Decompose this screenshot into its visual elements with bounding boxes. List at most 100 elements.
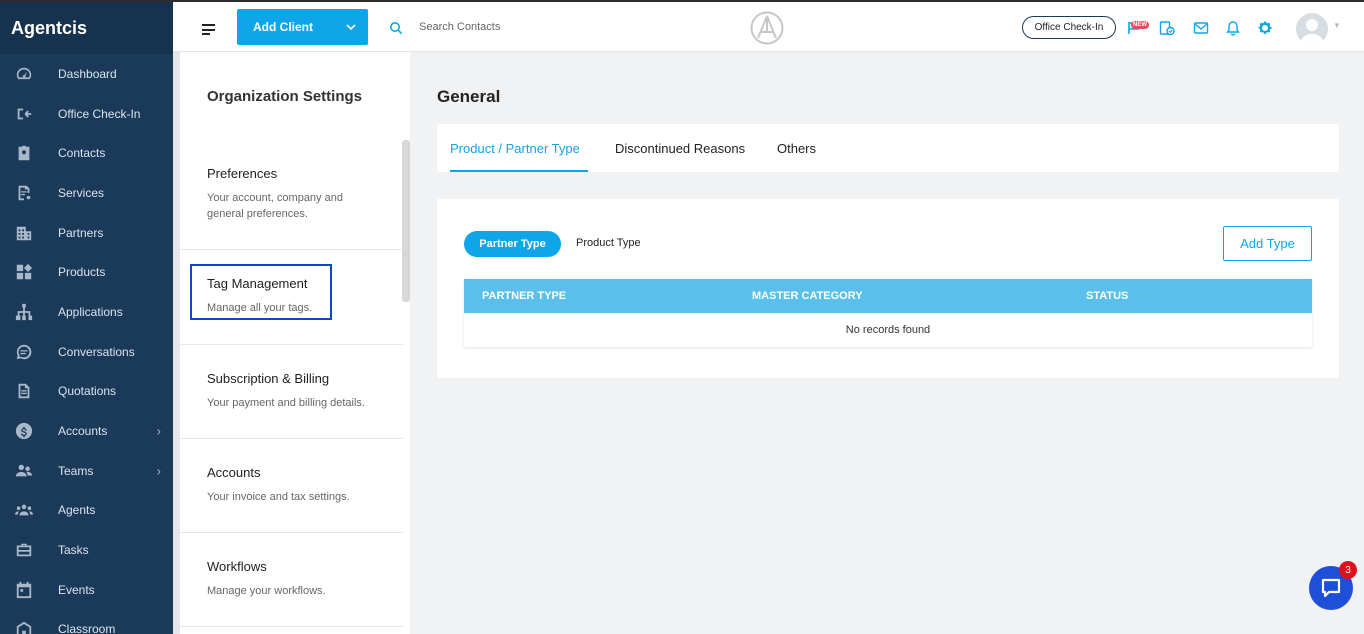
dollar-icon — [14, 421, 34, 441]
sidebar-item-label: Accounts — [58, 424, 108, 439]
chevron-right-icon: › — [156, 463, 161, 479]
settings-item-preferences[interactable]: Preferences Your account, company and ge… — [180, 152, 403, 250]
sidebar-item-label: Dashboard — [58, 66, 117, 81]
sidebar-item-classroom[interactable]: Classroom — [0, 610, 173, 634]
settings-item-subscription-billing[interactable]: Subscription & Billing Your payment and … — [180, 345, 403, 439]
tab-discontinued-reasons[interactable]: Discontinued Reasons — [615, 141, 745, 156]
chevron-down-icon[interactable]: ▼ — [1333, 21, 1341, 30]
sidebar-scroll-gutter — [173, 52, 180, 634]
flow-icon — [14, 302, 34, 322]
sidebar-item-label: Conversations — [58, 344, 135, 359]
task-check-icon[interactable] — [1159, 20, 1175, 36]
sidebar-item-partners[interactable]: Partners — [0, 213, 173, 253]
sidebar-item-label: Teams — [58, 463, 94, 478]
sidebar-item-events[interactable]: Events — [0, 570, 173, 610]
gear-icon[interactable] — [1257, 20, 1273, 36]
column-header[interactable]: STATUS — [1086, 290, 1128, 302]
settings-item-title: Subscription & Billing — [207, 371, 330, 386]
settings-panel: Organization Settings Preferences Your a… — [180, 52, 410, 634]
sidebar-item-tasks[interactable]: Tasks — [0, 530, 173, 570]
types-table: PARTNER TYPE MASTER CATEGORY STATUS No r… — [464, 279, 1312, 347]
company-logo-icon — [750, 11, 784, 45]
sidebar-item-label: Contacts — [58, 146, 106, 161]
settings-item-title: Accounts — [207, 465, 261, 480]
add-client-button[interactable]: Add Client — [237, 9, 368, 45]
team-icon — [14, 461, 34, 481]
sidebar-item-services[interactable]: Services — [0, 173, 173, 213]
settings-item-title: Workflows — [207, 559, 267, 574]
search-icon[interactable] — [389, 21, 403, 35]
sidebar-item-agents[interactable]: Agents — [0, 491, 173, 531]
user-avatar[interactable] — [1296, 13, 1328, 45]
tab-others[interactable]: Others — [777, 141, 816, 156]
bell-icon[interactable] — [1225, 20, 1241, 36]
sidebar-item-conversations[interactable]: Conversations — [0, 332, 173, 372]
chat-icon — [1321, 578, 1341, 598]
sidebar-item-applications[interactable]: Applications — [0, 292, 173, 332]
sidebar-item-office-check-in[interactable]: Office Check-In — [0, 94, 173, 134]
sidebar-item-contacts[interactable]: Contacts — [0, 133, 173, 173]
agents-icon — [14, 500, 34, 520]
sidebar-item-accounts[interactable]: Accounts › — [0, 411, 173, 451]
sidebar-item-teams[interactable]: Teams › — [0, 451, 173, 491]
column-header[interactable]: PARTNER TYPE — [482, 290, 566, 302]
search-input[interactable] — [419, 16, 619, 38]
sidebar-item-label: Quotations — [58, 384, 117, 399]
sidebar-item-label: Tasks — [58, 543, 89, 558]
classroom-icon — [14, 619, 34, 634]
column-header[interactable]: MASTER CATEGORY — [752, 290, 863, 302]
contact-card-icon — [14, 143, 34, 163]
gauge-icon — [14, 64, 34, 84]
sidebar-item-label: Partners — [58, 225, 104, 240]
chevron-down-icon[interactable] — [334, 20, 368, 34]
mail-icon[interactable] — [1193, 20, 1209, 36]
empty-state-text: No records found — [845, 324, 931, 336]
sidebar: Agentcis Dashboard Office Check-In Conta… — [0, 0, 173, 634]
office-check-in-button[interactable]: Office Check-In — [1022, 16, 1116, 39]
tabs-bar: Product / Partner Type Discontinued Reas… — [437, 124, 1339, 172]
new-badge: NEW — [1131, 21, 1149, 29]
services-icon — [14, 183, 34, 203]
settings-item-desc: Your account, company and general prefer… — [207, 192, 343, 220]
content-card: Partner Type Product Type Add Type PARTN… — [437, 199, 1339, 378]
sidebar-item-label: Products — [58, 265, 106, 280]
table-body: No records found — [464, 313, 1312, 347]
settings-item-desc: Your invoice and tax settings. — [207, 491, 350, 503]
calendar-icon — [14, 580, 34, 600]
hamburger-menu-icon[interactable] — [202, 24, 215, 38]
chevron-right-icon: › — [156, 423, 161, 439]
topbar: Add Client Office Check-In NEW ▼ — [173, 0, 1364, 52]
checkin-icon — [14, 104, 34, 124]
settings-title: Organization Settings — [207, 88, 363, 105]
building-icon — [14, 223, 34, 243]
settings-item-accounts[interactable]: Accounts Your invoice and tax settings. — [180, 439, 403, 533]
settings-scrollbar[interactable] — [402, 140, 410, 302]
document-icon — [14, 381, 34, 401]
add-client-label: Add Client — [253, 20, 313, 34]
sidebar-item-label: Events — [58, 582, 95, 597]
settings-item-workflows[interactable]: Workflows Manage your workflows. — [180, 533, 403, 627]
briefcase-icon — [14, 540, 34, 560]
brand-logo[interactable]: Agentcis — [0, 2, 173, 54]
sidebar-item-label: Agents — [58, 503, 96, 518]
chat-unread-badge: 3 — [1339, 561, 1357, 579]
toggle-product-type[interactable]: Product Type — [576, 237, 641, 249]
sidebar-item-label: Classroom — [58, 622, 116, 634]
sidebar-item-label: Services — [58, 185, 105, 200]
active-tab-indicator — [450, 170, 588, 172]
table-header: PARTNER TYPE MASTER CATEGORY STATUS — [464, 279, 1312, 313]
add-type-button[interactable]: Add Type — [1223, 226, 1312, 261]
tab-product-partner-type[interactable]: Product / Partner Type — [450, 141, 580, 156]
sidebar-item-label: Applications — [58, 304, 123, 319]
settings-item-desc: Your payment and billing details. — [207, 397, 365, 409]
toggle-partner-type[interactable]: Partner Type — [464, 231, 561, 257]
chat-bubble-icon — [14, 342, 34, 362]
selection-highlight-box — [190, 264, 332, 320]
settings-item-title: Preferences — [207, 166, 278, 181]
sidebar-item-products[interactable]: Products — [0, 252, 173, 292]
page-title: General — [437, 87, 501, 106]
sidebar-item-quotations[interactable]: Quotations — [0, 372, 173, 412]
products-icon — [14, 262, 34, 282]
settings-item-desc: Manage your workflows. — [207, 585, 326, 597]
sidebar-item-dashboard[interactable]: Dashboard — [0, 54, 173, 94]
